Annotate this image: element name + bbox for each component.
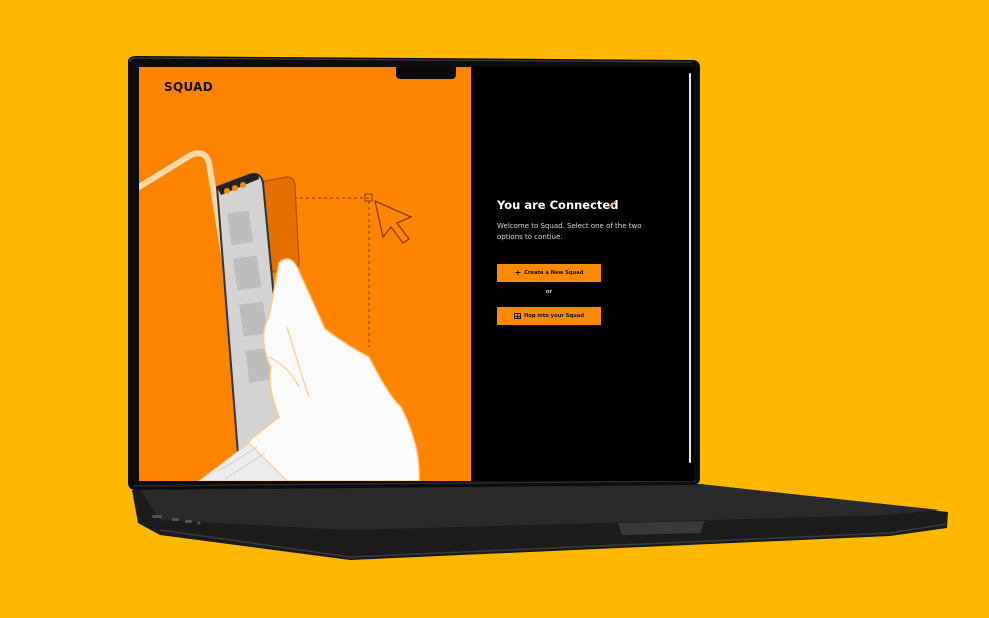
welcome-text: Welcome to Squad. Select one of the two … <box>497 222 642 241</box>
plus-icon: + <box>514 268 522 277</box>
phone-row-2 <box>233 255 262 291</box>
phone-dot-3 <box>240 182 246 188</box>
scrollbar[interactable] <box>689 73 691 463</box>
trackpad-notch <box>618 521 705 535</box>
illustration-panel: SQUAD <box>139 67 471 481</box>
hop-into-squad-button[interactable]: Hop into your Squad <box>497 307 601 325</box>
phone-dot-1 <box>224 188 230 194</box>
hand-phone-illustration <box>139 150 420 481</box>
port-1 <box>152 515 162 518</box>
port-3 <box>185 520 192 523</box>
or-divider: or <box>545 289 553 295</box>
phone-dot-2 <box>232 185 238 191</box>
mockup-stage: SQUAD You are Connected ✓ Welcome to Squ… <box>0 0 989 618</box>
cursor-icon <box>374 199 413 244</box>
create-squad-label: Create a New Squad <box>524 270 584 276</box>
port-4 <box>197 521 201 525</box>
port-2 <box>172 518 179 521</box>
connected-title: You are Connected <box>497 198 619 212</box>
laptop-screen: SQUAD You are Connected ✓ Welcome to Squ… <box>139 67 694 481</box>
phone-row-1 <box>227 210 254 246</box>
camera-notch <box>396 67 456 79</box>
checkmark-icon: ✓ <box>608 197 619 211</box>
connection-panel: You are Connected ✓ Welcome to Squad. Se… <box>471 67 694 481</box>
create-squad-button[interactable]: + Create a New Squad <box>497 264 601 282</box>
phone-row-3 <box>239 301 268 337</box>
grid-icon <box>513 313 521 319</box>
hop-into-squad-label: Hop into your Squad <box>523 313 585 319</box>
